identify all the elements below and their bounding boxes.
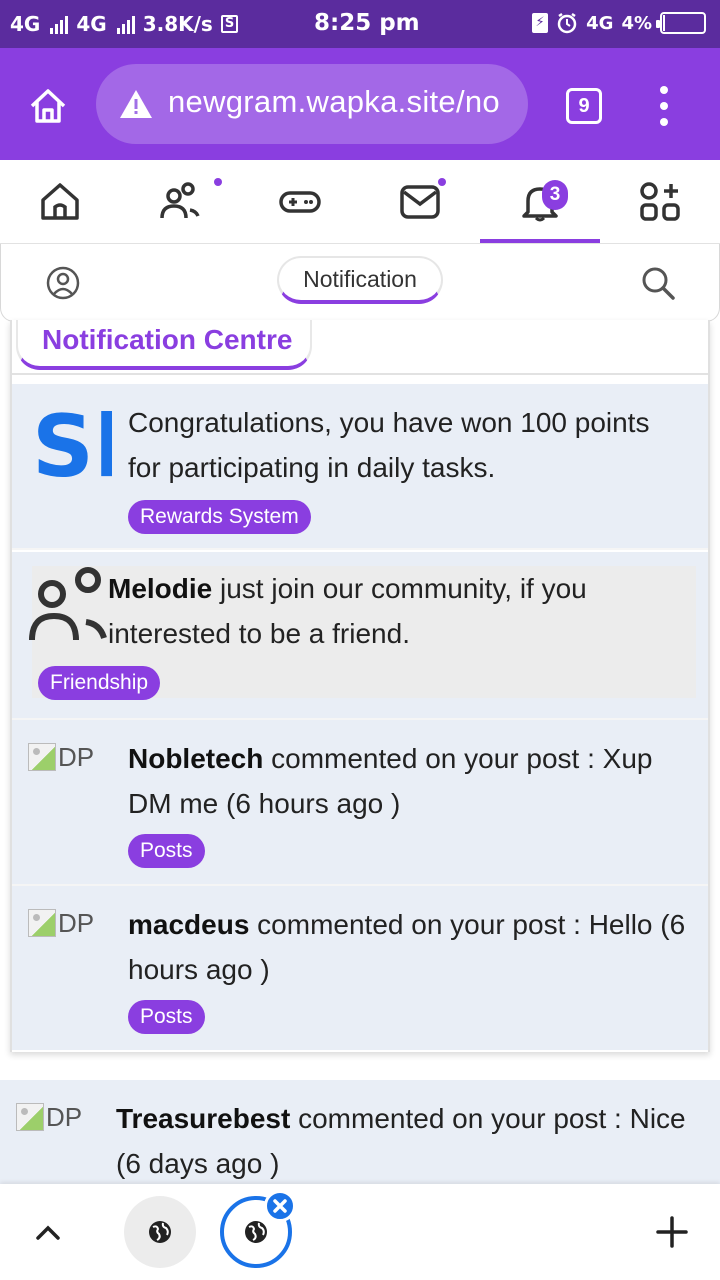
battery-fill [663,15,665,31]
avatar: DP [28,742,108,772]
gamepad-icon [279,191,321,213]
battery-icon [656,12,706,34]
tab-count-button[interactable]: 9 [566,88,602,124]
more-menu-icon[interactable] [654,86,674,126]
notification-item[interactable]: DP Nobletech commented on your post : Xu… [12,718,708,884]
status-left: 4G 4G 3.8K/s S [10,12,239,36]
svg-text:Sb: Sb [32,402,112,482]
profile-icon[interactable] [45,265,81,301]
charging-icon: ⚡ [532,13,549,33]
nav-home[interactable] [0,160,120,244]
search-icon[interactable] [639,264,677,302]
nav-friends[interactable] [120,160,240,244]
new-dot [214,178,222,186]
notification-tag[interactable]: Posts [128,1000,205,1034]
browser-toolbar: newgram.wapka.site/no 9 [0,48,720,160]
network-label: 4G [586,12,614,34]
sb-logo: Sb [32,402,112,482]
notification-item[interactable]: DP macdeus commented on your post : Hell… [12,884,708,1050]
notification-tag[interactable]: Friendship [38,666,161,700]
notification-badge: 3 [542,180,568,210]
close-tab-button[interactable] [264,1190,296,1222]
nav-more[interactable] [600,160,720,244]
page-title: Notification [277,256,443,304]
people-icon [160,182,200,219]
status-bar: 4G 4G 3.8K/s S 8:25 pm ⚡ 4G 4% [0,0,720,48]
nav-games[interactable] [240,160,360,244]
notification-text: Nobletech commented on your post : Xup D… [128,743,653,819]
network-label: 4G [10,12,41,36]
nav-messages[interactable] [360,160,480,244]
divider [12,373,708,375]
signal-icon [50,14,69,34]
user-name[interactable]: Melodie [108,573,212,604]
alarm-icon [557,12,577,34]
plus-icon[interactable] [654,1214,690,1250]
notification-tag[interactable]: Rewards System [128,500,311,534]
battery-percent: 4% [621,12,652,34]
tab-globe-button[interactable] [124,1196,196,1268]
sub-header: Notification [0,244,720,322]
clock: 8:25 pm [314,10,420,36]
notification-card: Notification Centre Sb Congratulations, … [10,320,710,1052]
network-speed: 3.8K/s [142,12,213,36]
card-title: Notification Centre [16,320,312,370]
url-bar[interactable]: newgram.wapka.site/no [96,64,528,144]
screenshot-icon: S [220,15,239,33]
apps-icon [640,182,680,221]
new-dot [438,178,446,186]
network-label: 4G [76,12,107,36]
app-nav: 3 [0,160,720,244]
notification-tag[interactable]: Posts [128,834,205,868]
avatar: DP [16,1102,96,1132]
globe-icon [245,1221,267,1243]
notification-text: Congratulations, you have won 100 points… [128,407,650,483]
notification-text: Treasurebest commented on your post : Ni… [116,1103,686,1179]
people-icon [29,567,107,641]
chevron-up-icon[interactable] [34,1218,62,1246]
notification-text: macdeus commented on your post : Hello (… [128,909,686,985]
notification-item[interactable]: DP Treasurebest commented on your post :… [0,1080,720,1190]
globe-icon [149,1221,171,1243]
browser-home-icon[interactable] [26,84,70,128]
url-text[interactable]: newgram.wapka.site/no [168,84,513,120]
close-icon [273,1199,287,1213]
warning-icon [120,90,152,118]
avatar: DP [28,908,108,938]
notification-item[interactable]: Melodie just join our community, if you … [12,552,708,718]
status-right: ⚡ 4G 4% [532,12,706,34]
notification-text: Melodie just join our community, if you … [108,573,587,649]
user-name[interactable]: Treasurebest [116,1103,290,1134]
notification-item[interactable]: Sb Congratulations, you have won 100 poi… [12,384,708,550]
browser-bottom-bar [0,1184,720,1280]
home-icon [41,183,79,220]
mail-icon [400,185,440,219]
user-name[interactable]: Nobletech [128,743,263,774]
signal-icon [116,14,135,34]
user-name[interactable]: macdeus [128,909,249,940]
nav-notifications[interactable]: 3 [480,160,600,244]
